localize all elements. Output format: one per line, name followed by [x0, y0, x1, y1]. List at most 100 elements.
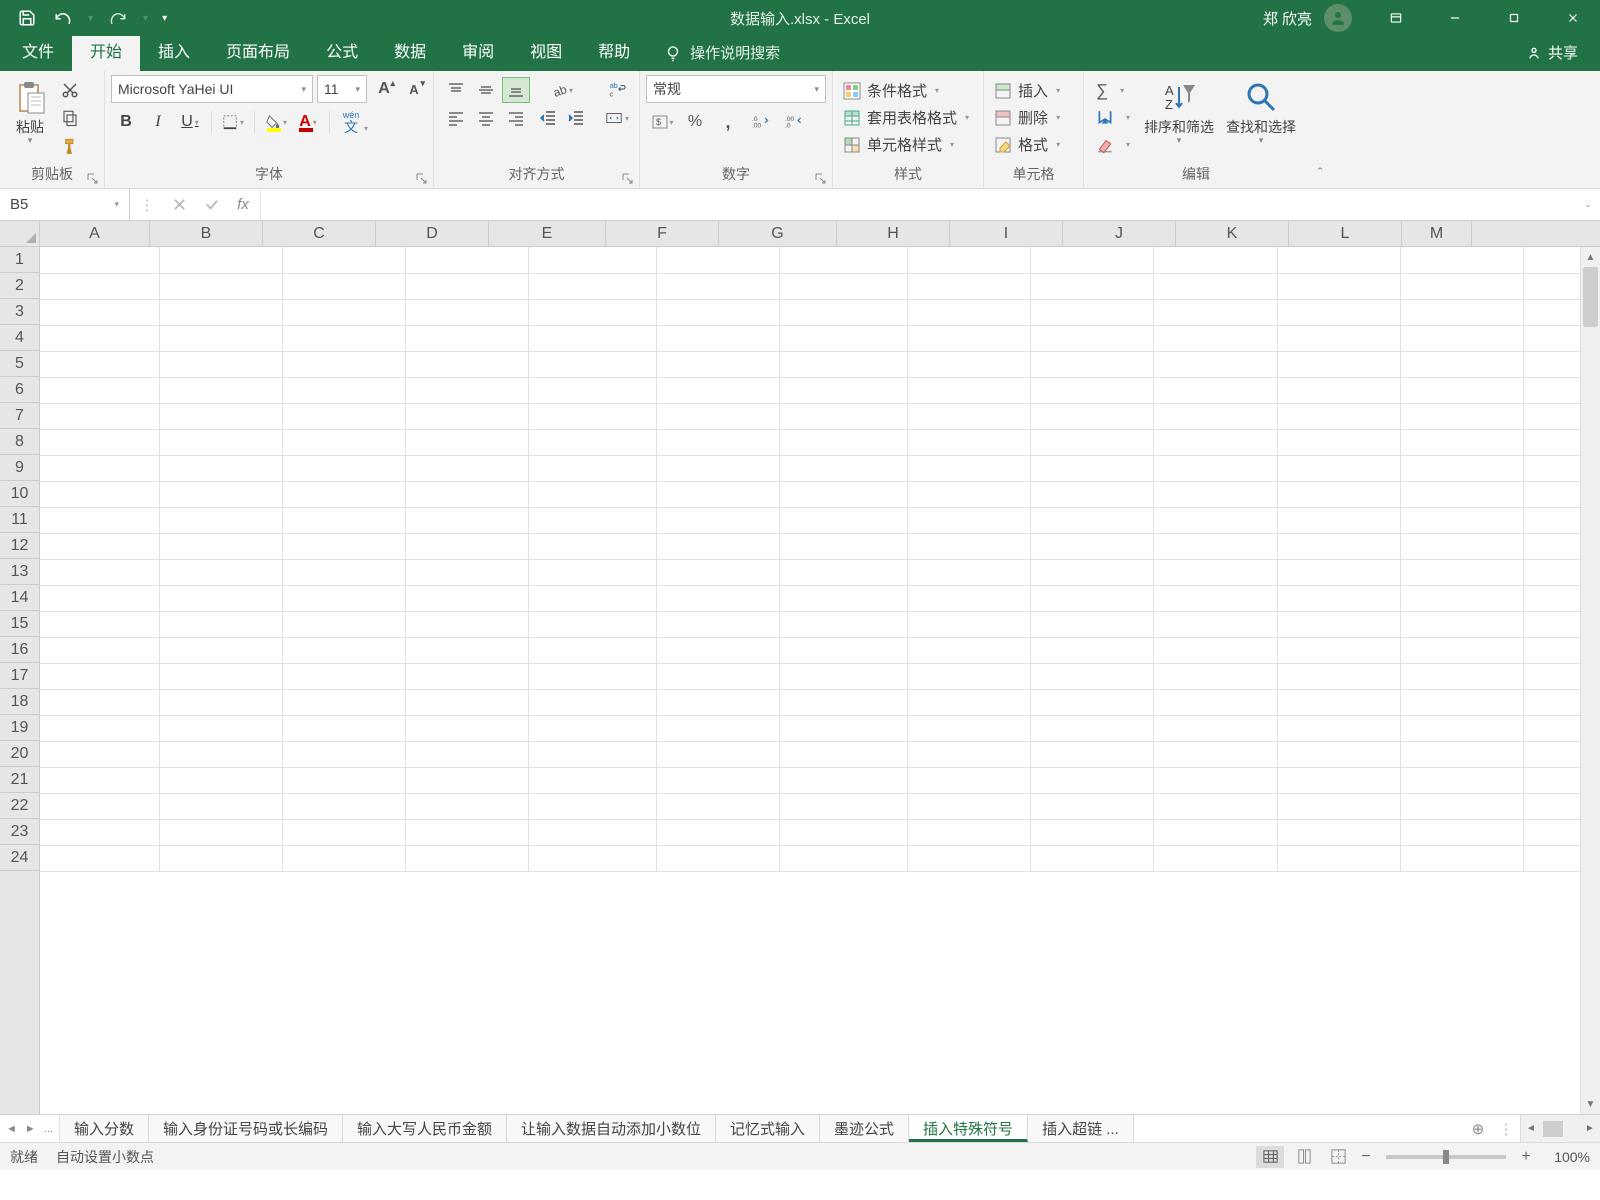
find-select-button[interactable]: 查找和选择▾	[1220, 75, 1302, 149]
cell[interactable]	[908, 585, 1031, 611]
formula-input[interactable]	[261, 189, 1576, 220]
cell[interactable]	[779, 715, 908, 741]
column-header[interactable]: I	[950, 221, 1063, 246]
cell[interactable]	[1154, 741, 1277, 767]
border-icon[interactable]: ▾	[218, 109, 248, 135]
cell[interactable]	[1400, 429, 1523, 455]
sheet-nav-prev-icon[interactable]: ◄	[6, 1123, 17, 1135]
cell[interactable]	[529, 377, 656, 403]
cell[interactable]	[1031, 403, 1154, 429]
cell[interactable]	[529, 273, 656, 299]
qat-dropdown-icon[interactable]: ▾	[84, 13, 97, 24]
autosum-button[interactable]: ∑▾	[1092, 77, 1136, 104]
cell[interactable]	[529, 481, 656, 507]
cell[interactable]	[1400, 611, 1523, 637]
cell[interactable]	[40, 273, 160, 299]
align-right-icon[interactable]	[502, 105, 530, 131]
cell[interactable]	[1277, 429, 1400, 455]
underline-button[interactable]: U▾	[175, 109, 205, 135]
font-size-combo[interactable]: 11▾	[317, 75, 367, 103]
row-header[interactable]: 22	[0, 793, 39, 819]
cell[interactable]	[779, 507, 908, 533]
cell[interactable]	[908, 351, 1031, 377]
cell[interactable]	[406, 741, 529, 767]
cell[interactable]	[656, 507, 779, 533]
conditional-formatting-button[interactable]: 条件格式▾	[841, 77, 975, 104]
cell[interactable]	[529, 689, 656, 715]
cell[interactable]	[406, 377, 529, 403]
cell[interactable]	[1400, 663, 1523, 689]
select-all-corner[interactable]	[0, 221, 40, 246]
cell[interactable]	[1400, 533, 1523, 559]
hscroll-thumb[interactable]	[1543, 1121, 1563, 1137]
cell[interactable]	[1031, 377, 1154, 403]
cell[interactable]	[1154, 507, 1277, 533]
cell[interactable]	[1154, 481, 1277, 507]
increase-indent-icon[interactable]	[562, 105, 590, 131]
cell[interactable]	[283, 247, 406, 273]
column-header[interactable]: L	[1289, 221, 1402, 246]
cell[interactable]	[779, 481, 908, 507]
sheet-nav-next-icon[interactable]: ►	[25, 1123, 36, 1135]
cell[interactable]	[779, 377, 908, 403]
cell[interactable]	[406, 247, 529, 273]
cell[interactable]	[529, 611, 656, 637]
italic-button[interactable]: I	[143, 109, 173, 135]
ribbon-display-options-icon[interactable]	[1368, 0, 1423, 36]
cell[interactable]	[40, 403, 160, 429]
tab-formulas[interactable]: 公式	[308, 30, 376, 71]
tab-home[interactable]: 开始	[72, 30, 140, 71]
column-header[interactable]: F	[606, 221, 719, 246]
cell[interactable]	[656, 377, 779, 403]
comma-format-icon[interactable]: ,	[712, 109, 744, 135]
cell[interactable]	[283, 611, 406, 637]
align-bottom-icon[interactable]	[502, 77, 530, 103]
cell[interactable]	[406, 611, 529, 637]
cell[interactable]	[40, 247, 160, 273]
cell[interactable]	[656, 637, 779, 663]
decrease-decimal-icon[interactable]: .00.0	[778, 109, 810, 135]
tab-help[interactable]: 帮助	[580, 30, 648, 71]
orientation-icon[interactable]: ab▾	[534, 77, 590, 103]
clipboard-dialog-launcher-icon[interactable]	[87, 172, 100, 185]
cell[interactable]	[908, 793, 1031, 819]
cell[interactable]	[1277, 819, 1400, 845]
cell[interactable]	[160, 377, 283, 403]
cell[interactable]	[1400, 507, 1523, 533]
decrease-indent-icon[interactable]	[534, 105, 562, 131]
cell[interactable]	[1277, 403, 1400, 429]
cell[interactable]	[779, 429, 908, 455]
cell[interactable]	[1154, 403, 1277, 429]
cell[interactable]	[40, 377, 160, 403]
row-header[interactable]: 4	[0, 325, 39, 351]
row-header[interactable]: 10	[0, 481, 39, 507]
cell[interactable]	[283, 429, 406, 455]
cell[interactable]	[160, 793, 283, 819]
column-header[interactable]: M	[1402, 221, 1472, 246]
scroll-down-icon[interactable]: ▼	[1581, 1094, 1600, 1114]
save-icon[interactable]	[12, 3, 42, 33]
cell[interactable]	[1154, 767, 1277, 793]
share-button[interactable]: 共享	[1504, 34, 1600, 71]
cell[interactable]	[283, 403, 406, 429]
cell[interactable]	[406, 351, 529, 377]
cell[interactable]	[283, 793, 406, 819]
zoom-thumb[interactable]	[1443, 1150, 1449, 1164]
format-cells-button[interactable]: 格式▾	[992, 131, 1066, 158]
font-color-icon[interactable]: A▾	[293, 109, 323, 135]
cell[interactable]	[908, 637, 1031, 663]
cell[interactable]	[1031, 455, 1154, 481]
cell[interactable]	[779, 819, 908, 845]
cell[interactable]	[1400, 845, 1523, 871]
cell[interactable]	[1154, 299, 1277, 325]
cell[interactable]	[1400, 377, 1523, 403]
cell[interactable]	[40, 507, 160, 533]
cell[interactable]	[908, 507, 1031, 533]
column-header[interactable]: E	[489, 221, 606, 246]
cell[interactable]	[283, 299, 406, 325]
name-box[interactable]: B5 ▾	[0, 189, 130, 220]
cell[interactable]	[1400, 325, 1523, 351]
zoom-value[interactable]: 100%	[1540, 1149, 1590, 1165]
zoom-slider[interactable]	[1386, 1155, 1506, 1159]
minimize-icon[interactable]	[1427, 0, 1482, 36]
